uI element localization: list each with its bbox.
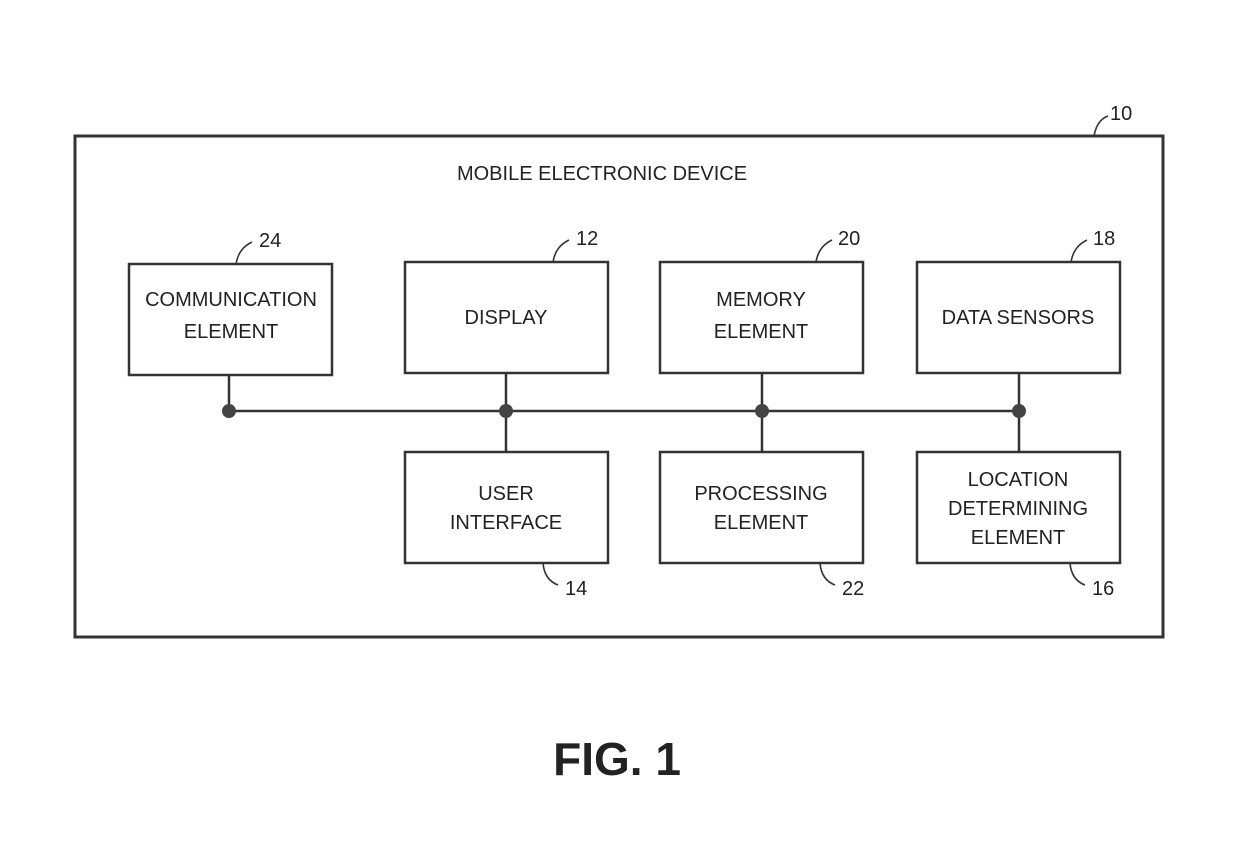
ref-leader [542,562,559,586]
ref-leader [1069,562,1086,586]
block-label-line: DISPLAY [465,307,548,329]
block-memory-element: MEMORY ELEMENT 20 [658,228,865,375]
ref-number: 22 [842,578,864,600]
block-location-determining-element: LOCATION DETERMINING ELEMENT 16 [915,450,1122,600]
device-title: MOBILE ELECTRONIC DEVICE [457,163,747,185]
block-label-line: USER [478,483,534,505]
device-ref: 10 [1110,103,1132,125]
block-label-line: ELEMENT [714,321,808,343]
bus-junction [499,404,513,418]
figure-label: FIG. 1 [553,733,681,785]
block-label-line: COMMUNICATION [145,289,317,311]
ref-leader [235,241,253,265]
ref-number: 16 [1092,578,1114,600]
ref-number: 20 [838,228,860,250]
block-label-line: LOCATION [968,469,1069,491]
ref-number: 24 [259,230,281,252]
block-label-line: DATA SENSORS [942,307,1095,329]
ref-leader [1070,239,1088,263]
block-display: DISPLAY 12 [403,228,610,375]
ref-leader [819,562,836,586]
block-label-line: INTERFACE [450,512,562,534]
block-user-interface: USER INTERFACE 14 [403,450,610,600]
block-diagram: 10 MOBILE ELECTRONIC DEVICE COMMUNICATIO… [73,103,1165,785]
bus-junction [755,404,769,418]
block-label-line: ELEMENT [971,527,1065,549]
ref-leader [815,239,833,263]
bus-junction [1012,404,1026,418]
block-label-line: PROCESSING [694,483,827,505]
block-data-sensors: DATA SENSORS 18 [915,228,1122,375]
bus-junction [222,404,236,418]
block-label-line: ELEMENT [184,321,278,343]
ref-number: 14 [565,578,587,600]
block-communication-element: COMMUNICATION ELEMENT 24 [127,230,334,377]
block-label-line: ELEMENT [714,512,808,534]
block-processing-element: PROCESSING ELEMENT 22 [658,450,865,600]
block-label-line: MEMORY [716,289,806,311]
ref-number: 18 [1093,228,1115,250]
device-ref-leader [1093,115,1109,137]
ref-leader [552,239,570,263]
ref-number: 12 [576,228,598,250]
block-label-line: DETERMINING [948,498,1088,520]
